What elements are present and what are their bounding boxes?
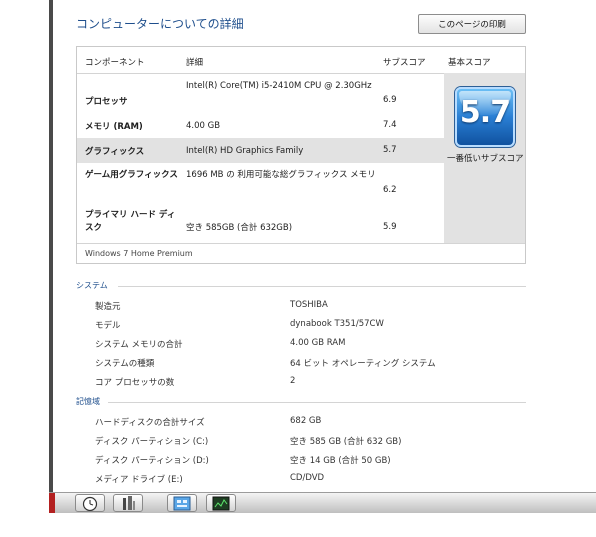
edition-label: Windows 7 Home Premium [85,249,193,258]
system-value: TOSHIBA [290,300,328,310]
system-heading: システム [76,281,108,290]
divider [118,286,526,287]
base-score-value: 5.7 [459,95,511,130]
component-name: メモリ (RAM) [85,122,143,132]
subscore-value: 6.9 [383,95,397,105]
table-row: プロセッサ Intel(R) Core(TM) i5-2410M CPU @ 2… [77,73,444,113]
component-name: プライマリ ハード ディスク [85,210,176,233]
storage-value: 空き 585 GB (合計 632 GB) [290,437,402,447]
taskbar [49,492,596,513]
header-component: コンポーネント [85,58,145,68]
score-table-header: コンポーネント 詳細 サブスコア 基本スコア [77,47,525,74]
print-page-button[interactable]: このページの印刷 [418,14,526,34]
subscore-value: 5.9 [383,222,397,232]
table-row: プライマリ ハード ディスク 空き 585GB (合計 632GB) 5.9 [77,203,444,243]
divider [108,402,526,403]
performance-icon [173,496,191,511]
storage-value: 682 GB [290,416,322,426]
storage-key: ディスク パーティション (C:) [95,437,209,447]
taskbar-edge [49,493,55,513]
taskbar-button-clock[interactable] [75,494,105,512]
header-base-score: 基本スコア [448,58,491,68]
component-detail: 4.00 GB [186,121,221,131]
system-key: 製造元 [95,302,121,312]
base-score-label: 一番低いサブスコア [447,154,524,164]
storage-value: 空き 14 GB (合計 50 GB) [290,456,391,466]
storage-key: ディスク パーティション (D:) [95,456,209,466]
storage-key: ハードディスクの合計サイズ [95,418,205,428]
subscore-value: 6.2 [383,185,397,195]
storage-heading: 記憶域 [76,397,100,406]
system-key: システム メモリの合計 [95,340,183,350]
table-row: グラフィックス Intel(R) HD Graphics Family 5.7 [77,138,444,163]
taskbar-button-monitor[interactable] [206,494,236,512]
component-name: ゲーム用グラフィックス [85,170,178,180]
system-value: 2 [290,376,296,386]
windows-edition: Windows 7 Home Premium [77,243,525,264]
table-row: ゲーム用グラフィックス 1696 MB の 利用可能な総グラフィックス メモリ … [77,163,444,203]
score-table: コンポーネント 詳細 サブスコア 基本スコア プロセッサ Intel(R) Co… [76,46,526,264]
taskbar-button-tools[interactable] [113,494,143,512]
subscore-value: 5.7 [383,145,397,155]
table-row: メモリ (RAM) 4.00 GB 7.4 [77,113,444,138]
component-detail: Intel(R) Core(TM) i5-2410M CPU @ 2.30GHz [186,81,372,91]
monitor-icon [212,496,230,511]
storage-value: CD/DVD [290,473,325,483]
component-detail: Intel(R) HD Graphics Family [186,146,304,156]
tools-icon [123,496,135,510]
system-value: dynabook T351/57CW [290,319,384,329]
system-key: モデル [95,321,121,331]
system-key: コア プロセッサの数 [95,378,175,388]
component-name: プロセッサ [85,97,128,107]
storage-key: メディア ドライブ (E:) [95,475,183,485]
component-name: グラフィックス [85,147,145,157]
component-detail: 空き 585GB (合計 632GB) [186,223,293,233]
header-detail: 詳細 [186,58,204,68]
subscore-value: 7.4 [383,120,397,130]
header-subscore: サブスコア [383,58,426,68]
base-score-badge: 5.7 [455,87,515,147]
taskbar-button-performance[interactable] [167,494,197,512]
clock-icon [82,496,98,512]
system-value: 64 ビット オペレーティング システム [290,359,436,369]
system-key: システムの種類 [95,359,155,369]
component-detail: 1696 MB の 利用可能な総グラフィックス メモリ [186,170,376,180]
system-value: 4.00 GB RAM [290,338,346,348]
window-left-border [49,0,53,492]
page-title: コンピューターについての詳細 [76,17,244,31]
